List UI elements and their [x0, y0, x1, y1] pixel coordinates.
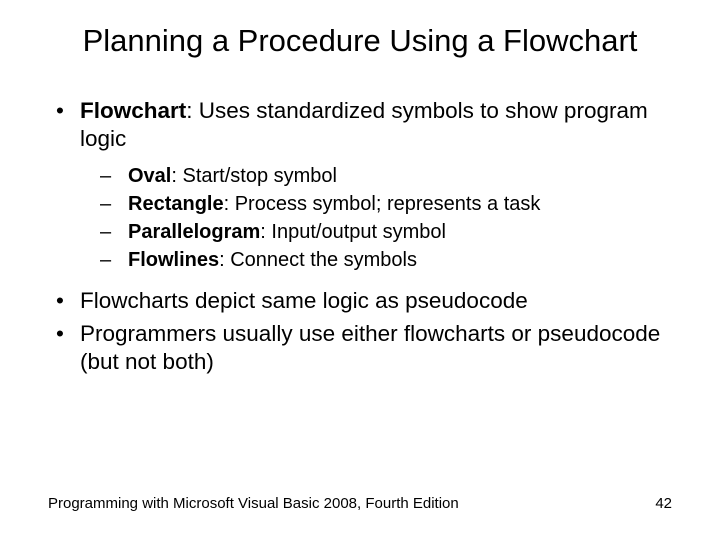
slide-title: Planning a Procedure Using a Flowchart: [48, 22, 672, 59]
list-item: • Flowcharts depict same logic as pseudo…: [48, 287, 672, 315]
bullet-text: Flowcharts depict same logic as pseudoco…: [80, 287, 672, 315]
bullet-dot: •: [56, 97, 80, 153]
bullet-dash: –: [100, 163, 128, 189]
list-item: – Parallelogram: Input/output symbol: [48, 219, 672, 245]
sub-list: – Oval: Start/stop symbol – Rectangle: P…: [48, 163, 672, 273]
term: Flowchart: [80, 98, 186, 123]
term: Parallelogram: [128, 221, 260, 243]
page-number: 42: [655, 495, 672, 512]
bullet-dot: •: [56, 320, 80, 376]
bullet-dash: –: [100, 191, 128, 217]
bullet-dot: •: [56, 287, 80, 315]
list-item: • Programmers usually use either flowcha…: [48, 320, 672, 376]
list-item: • Flowchart: Uses standardized symbols t…: [48, 97, 672, 153]
bullet-dash: –: [100, 219, 128, 245]
definition: : Process symbol; represents a task: [224, 193, 541, 215]
list-item: – Flowlines: Connect the symbols: [48, 247, 672, 273]
list-item: – Oval: Start/stop symbol: [48, 163, 672, 189]
list-item: – Rectangle: Process symbol; represents …: [48, 191, 672, 217]
bullet-text: Programmers usually use either flowchart…: [80, 320, 672, 376]
footer: Programming with Microsoft Visual Basic …: [48, 495, 672, 512]
slide-body: • Flowchart: Uses standardized symbols t…: [48, 97, 672, 376]
term: Oval: [128, 165, 171, 187]
definition: : Input/output symbol: [260, 221, 446, 243]
term: Rectangle: [128, 193, 224, 215]
term: Flowlines: [128, 249, 219, 271]
definition: : Connect the symbols: [219, 249, 417, 271]
bullet-dash: –: [100, 247, 128, 273]
definition: : Start/stop symbol: [171, 165, 337, 187]
footer-left: Programming with Microsoft Visual Basic …: [48, 495, 459, 512]
